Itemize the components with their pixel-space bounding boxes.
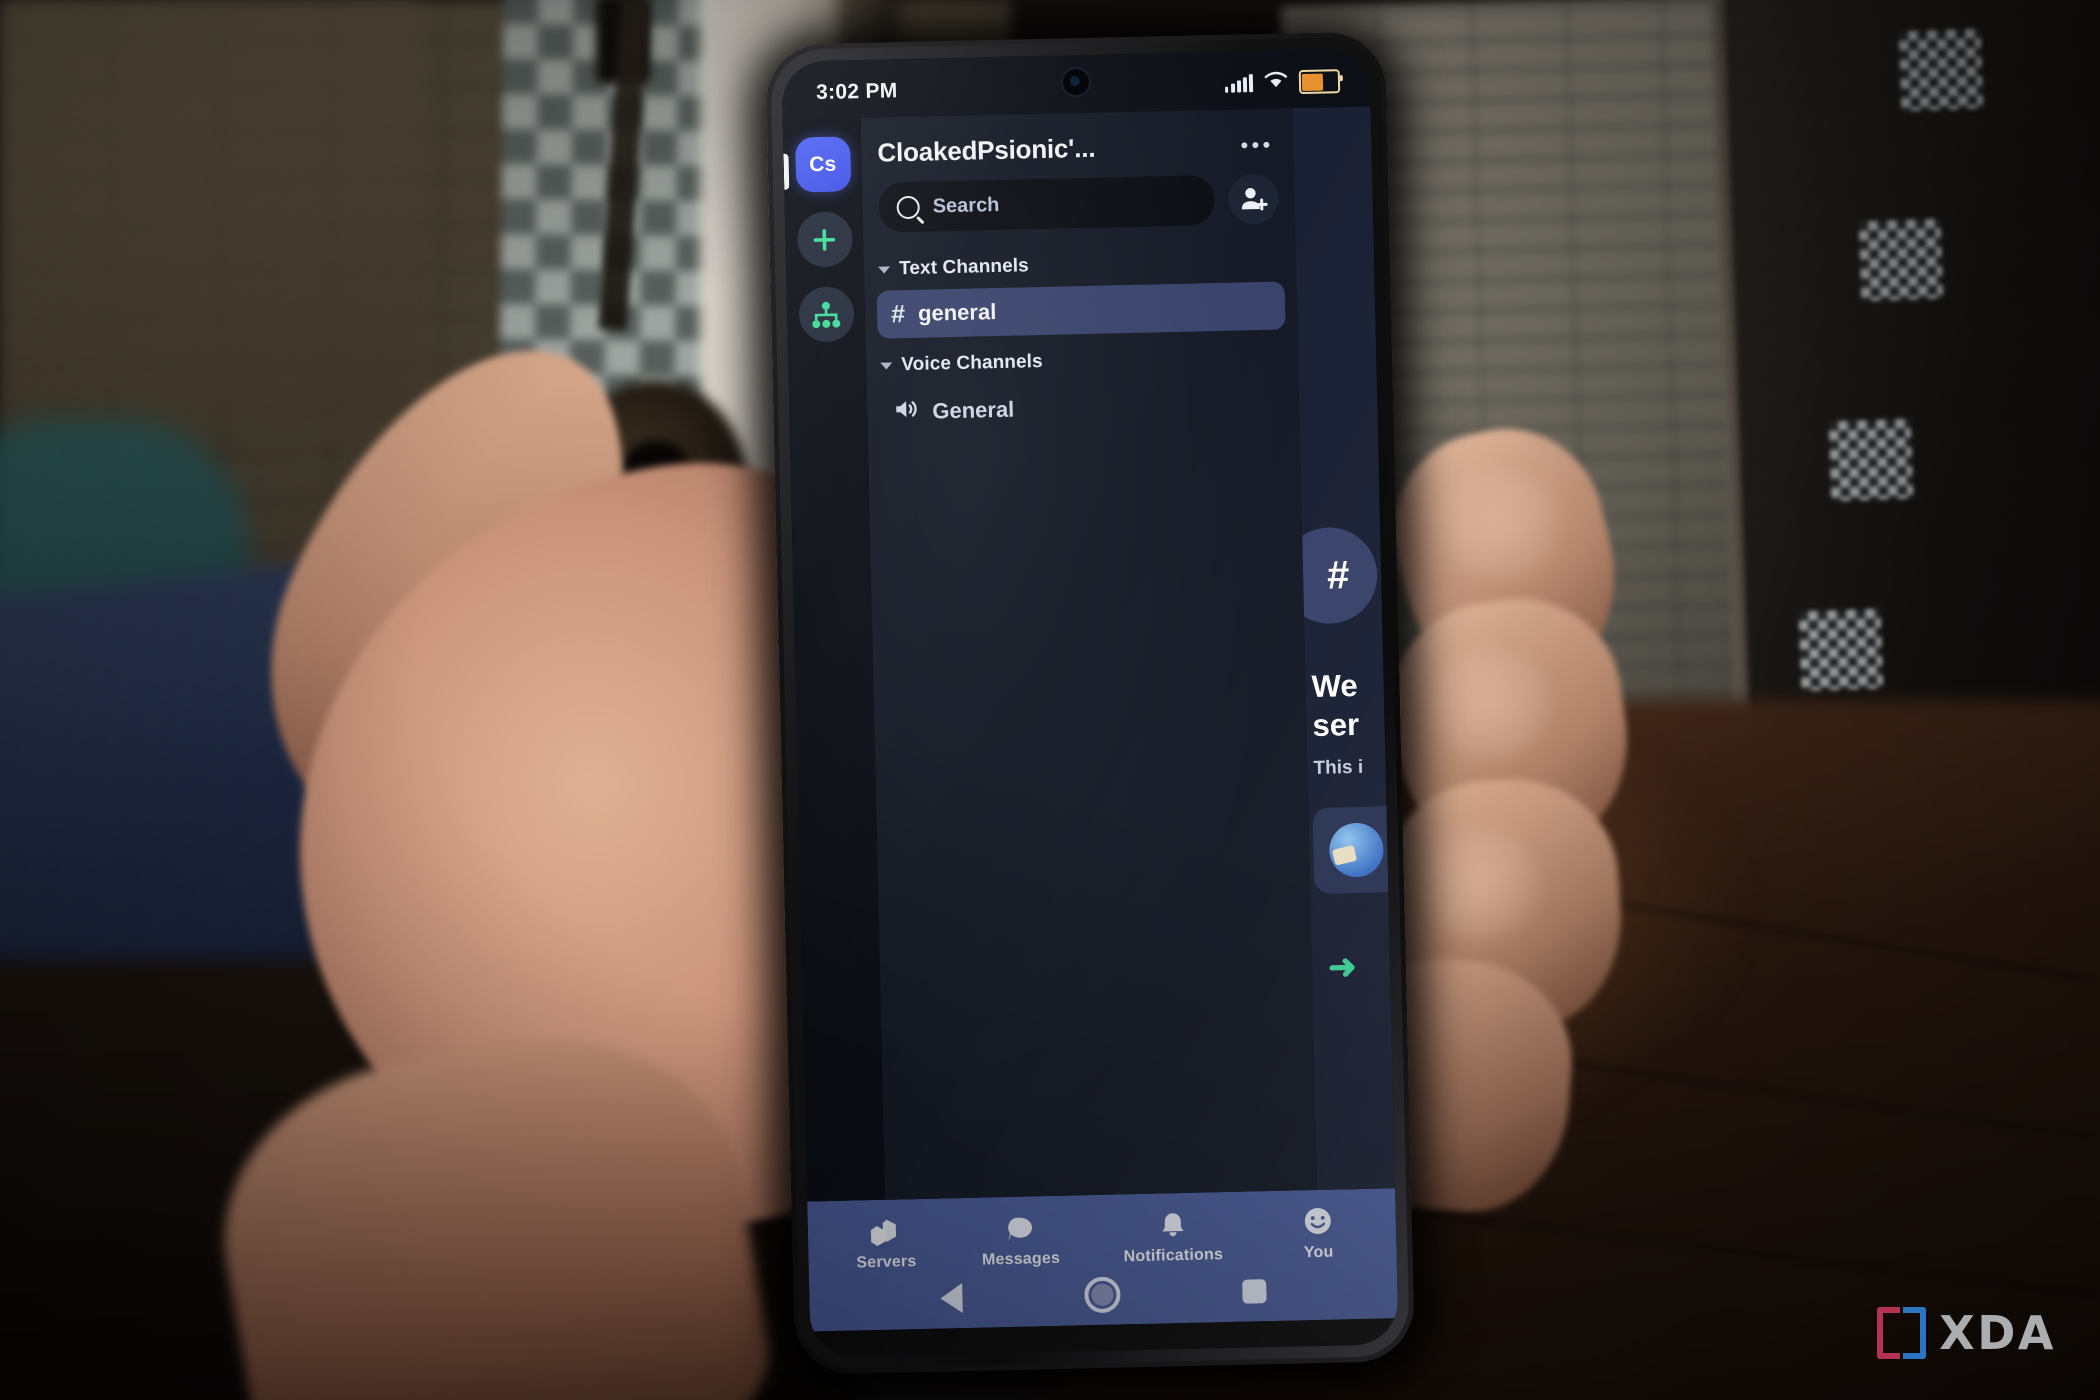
channel-item-general-text[interactable]: # general <box>876 281 1286 339</box>
status-time: 3:02 PM <box>815 79 898 105</box>
search-icon <box>896 195 920 219</box>
tab-label: You <box>1303 1243 1334 1262</box>
perforated-panel <box>1858 218 1944 302</box>
bottom-navigation: Servers Messages Notifications You <box>807 1188 1399 1332</box>
xda-watermark: XDA <box>1877 1306 2056 1360</box>
search-placeholder: Search <box>932 193 1000 217</box>
hash-icon: # <box>1292 526 1379 625</box>
back-triangle-icon[interactable] <box>940 1283 963 1314</box>
category-voice-channels[interactable]: Voice Channels <box>866 333 1299 383</box>
tab-notifications[interactable]: Notifications <box>1123 1206 1224 1266</box>
xda-wordmark: XDA <box>1939 1306 2056 1360</box>
knuckle-highlight <box>1430 650 1550 760</box>
explore-servers-button[interactable] <box>797 286 855 343</box>
add-server-button[interactable] <box>796 211 853 268</box>
channel-name: General <box>932 396 1015 423</box>
phone: 3:02 PM Cs CloakedPsionic'... Search Tex… <box>764 31 1416 1375</box>
add-member-button[interactable] <box>1228 173 1280 225</box>
active-server-indicator <box>783 153 790 190</box>
knuckle-highlight <box>1420 830 1540 940</box>
send-arrow-icon[interactable]: ➜ <box>1328 947 1357 988</box>
wifi-icon <box>1264 70 1289 95</box>
server-title[interactable]: CloakedPsionic'... <box>877 133 1096 169</box>
category-label: Voice Channels <box>901 350 1043 376</box>
server-avatar-cs[interactable]: Cs <box>794 136 851 193</box>
perforated-panel <box>1828 418 1914 502</box>
welcome-subtitle: This i <box>1313 756 1364 779</box>
battery-icon <box>1298 69 1341 95</box>
perforated-panel <box>1798 608 1884 692</box>
tab-label: Servers <box>856 1253 917 1272</box>
recents-square-icon[interactable] <box>1242 1279 1267 1304</box>
speaker-icon <box>893 397 920 427</box>
app-content: Cs CloakedPsionic'... Search Text Channe… <box>782 106 1396 1202</box>
channel-name: general <box>917 299 997 326</box>
tab-you[interactable]: You <box>1286 1203 1351 1262</box>
brick-wall-highlight <box>0 0 420 430</box>
hash-icon: # <box>890 299 906 328</box>
chevron-down-icon <box>878 265 891 274</box>
overflow-menu-icon[interactable] <box>1235 141 1275 148</box>
category-text-channels[interactable]: Text Channels <box>864 237 1297 287</box>
server-header: CloakedPsionic'... <box>861 108 1294 179</box>
tab-label: Messages <box>981 1249 1061 1269</box>
tab-servers[interactable]: Servers <box>853 1213 918 1272</box>
tab-label: Notifications <box>1123 1246 1224 1266</box>
chevron-down-icon <box>880 361 893 370</box>
channel-item-general-voice[interactable]: General <box>879 377 1288 437</box>
search-row: Search <box>862 169 1295 247</box>
xda-bracket-icon <box>1877 1307 1927 1359</box>
perforated-panel <box>1898 28 1984 112</box>
channel-sidebar: CloakedPsionic'... Search Text Channels … <box>860 108 1318 1200</box>
smiley-avatar-icon <box>1302 1204 1335 1239</box>
phone-screen[interactable]: 3:02 PM Cs CloakedPsionic'... Search Tex… <box>781 48 1399 1358</box>
welcome-heading-line2: ser <box>1312 706 1360 743</box>
knuckle-highlight <box>1440 470 1560 580</box>
message-bubble-icon <box>1004 1210 1037 1245</box>
servers-icon <box>867 1213 904 1248</box>
signal-bars-icon <box>1224 74 1253 93</box>
welcome-heading: We ser <box>1311 667 1359 746</box>
category-label: Text Channels <box>898 255 1030 280</box>
search-input[interactable]: Search <box>878 175 1216 233</box>
tab-messages[interactable]: Messages <box>981 1210 1060 1270</box>
home-circle-icon[interactable] <box>1084 1276 1121 1314</box>
welcome-heading-line1: We <box>1311 667 1359 704</box>
bell-icon <box>1157 1207 1188 1242</box>
